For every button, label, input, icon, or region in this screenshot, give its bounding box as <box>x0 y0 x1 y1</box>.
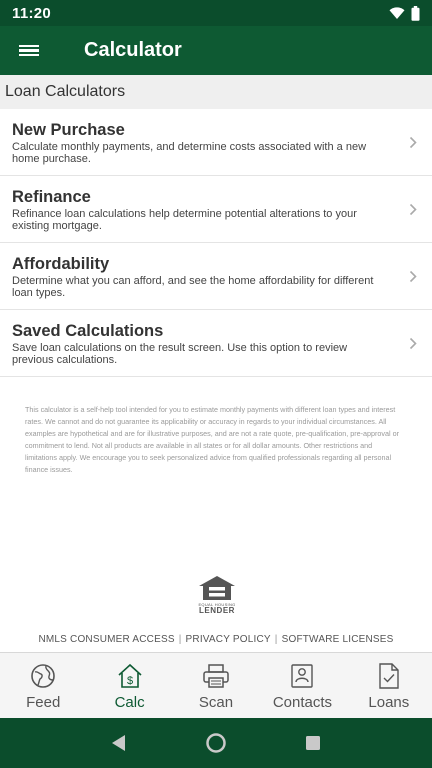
equal-housing-icon <box>199 576 235 600</box>
document-check-icon <box>377 662 401 690</box>
tab-contacts[interactable]: Contacts <box>259 653 345 718</box>
recents-button[interactable] <box>293 723 333 763</box>
hamburger-icon <box>19 43 39 59</box>
section-header: Loan Calculators <box>0 75 432 109</box>
bottom-nav: Feed $ Calc Scan Contacts Loans <box>0 652 432 718</box>
house-dollar-icon: $ <box>116 662 144 690</box>
tab-label: Contacts <box>272 694 333 711</box>
list-item-saved-calculations[interactable]: Saved Calculations Save loan calculation… <box>0 310 432 377</box>
globe-icon <box>30 662 56 690</box>
tab-label: Feed <box>26 694 61 711</box>
privacy-policy-link[interactable]: PRIVACY POLICY <box>186 634 271 645</box>
tab-loans[interactable]: Loans <box>346 653 432 718</box>
tab-calc[interactable]: $ Calc <box>86 653 172 718</box>
list-item-refinance[interactable]: Refinance Refinance loan calculations he… <box>0 176 432 243</box>
tab-label: Calc <box>114 694 145 711</box>
item-title: Saved Calculations <box>12 321 164 340</box>
item-description: Determine what you can afford, and see t… <box>12 274 374 299</box>
home-button[interactable] <box>196 723 236 763</box>
battery-icon <box>411 5 420 21</box>
system-nav-bar <box>0 718 432 768</box>
logo-big-text: LENDER <box>199 606 235 615</box>
equal-housing-lender-logo: EQUAL HOUSING LENDER <box>194 575 240 621</box>
recents-square-icon <box>306 736 321 750</box>
page-title: Calculator <box>84 39 182 61</box>
tab-label: Scan <box>198 694 234 711</box>
status-time: 11:20 <box>12 4 52 22</box>
contact-card-icon <box>289 662 315 690</box>
item-description: Calculate monthly payments, and determin… <box>12 140 367 165</box>
item-title: New Purchase <box>12 120 125 139</box>
status-icons <box>389 5 420 21</box>
separator: | <box>274 634 278 645</box>
menu-button[interactable] <box>0 26 58 75</box>
back-button[interactable] <box>99 723 139 763</box>
software-licenses-link[interactable]: SOFTWARE LICENSES <box>282 634 394 645</box>
item-description: Save loan calculations on the result scr… <box>12 341 348 366</box>
item-description: Refinance loan calculations help determi… <box>12 207 357 232</box>
tab-feed[interactable]: Feed <box>0 653 86 718</box>
calculator-list: New Purchase Calculate monthly payments,… <box>0 109 432 377</box>
footer-links: NMLS CONSUMER ACCESS | PRIVACY POLICY | SOFT… <box>0 634 432 645</box>
list-item-new-purchase[interactable]: New Purchase Calculate monthly payments,… <box>0 109 432 176</box>
disclaimer-text: This calculator is a self-help tool inte… <box>25 405 399 474</box>
item-title: Refinance <box>12 187 91 206</box>
status-bar: 11:20 <box>0 0 432 26</box>
chevron-right-icon <box>406 337 420 350</box>
back-triangle-icon <box>111 735 125 751</box>
svg-text:$: $ <box>127 675 133 687</box>
chevron-right-icon <box>406 270 420 283</box>
chevron-right-icon <box>406 136 420 149</box>
list-item-affordability[interactable]: Affordability Determine what you can aff… <box>0 243 432 310</box>
scanner-icon <box>202 662 230 690</box>
item-title: Affordability <box>12 254 110 273</box>
app-bar: Calculator <box>0 26 432 75</box>
chevron-right-icon <box>406 203 420 216</box>
separator: | <box>178 634 182 645</box>
tab-label: Loans <box>368 694 410 711</box>
home-circle-icon <box>206 733 226 753</box>
nmls-consumer-access-link[interactable]: NMLS CONSUMER ACCESS <box>38 634 174 645</box>
wifi-icon <box>389 7 405 19</box>
tab-scan[interactable]: Scan <box>173 653 259 718</box>
